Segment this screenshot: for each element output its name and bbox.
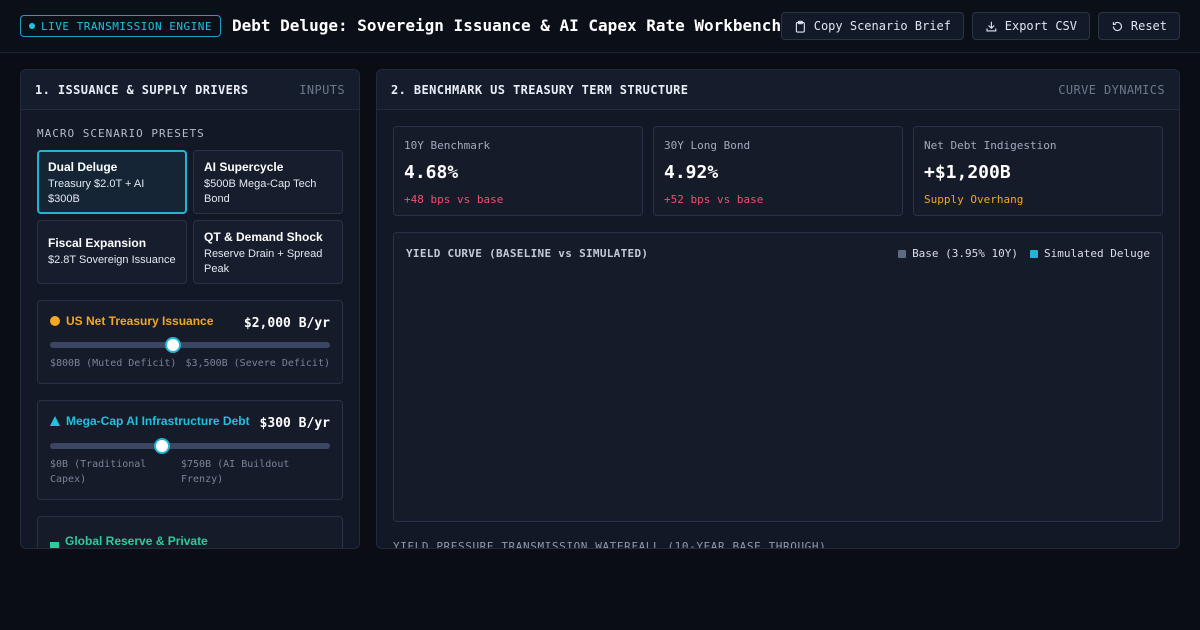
- app-title: Debt Deluge: Sovereign Issuance & AI Cap…: [232, 16, 782, 35]
- treasury-issuance-slider[interactable]: [50, 337, 330, 353]
- live-badge-label: LIVE TRANSMISSION ENGINE: [41, 19, 212, 33]
- treasury-issuance-value: $2,000 B/yr: [243, 316, 330, 331]
- issuance-drivers-panel: 1. ISSUANCE & SUPPLY DRIVERS INPUTS MACR…: [20, 69, 360, 549]
- legend-swatch: [898, 249, 907, 258]
- ai-debt-slider[interactable]: [50, 438, 330, 454]
- panel-header: 2. BENCHMARK US TREASURY TERM STRUCTURE …: [377, 70, 1179, 110]
- export-csv-button[interactable]: Export CSV: [972, 12, 1090, 40]
- ai-debt-label-row: Mega-Cap AI Infrastructure Debt: [50, 414, 250, 428]
- copy-scenario-brief-button[interactable]: Copy Scenario Brief: [781, 12, 964, 40]
- live-badge: LIVE TRANSMISSION ENGINE: [20, 15, 221, 37]
- legend-label: Simulated Deluge: [1044, 247, 1150, 260]
- preset-dual-deluge[interactable]: Dual Deluge Treasury $2.0T + AI $300B: [37, 150, 187, 214]
- reset-icon: [1112, 21, 1123, 31]
- global-reserve-label: Global Reserve & Private: [65, 533, 208, 548]
- stat-10y-benchmark: 10Y Benchmark 4.68% +48 bps vs base: [393, 126, 643, 216]
- panel-header: 1. ISSUANCE & SUPPLY DRIVERS INPUTS: [21, 70, 359, 110]
- treasury-issuance-max: $3,500B (Severe Deficit): [185, 358, 331, 369]
- panel-tag: INPUTS: [299, 82, 345, 97]
- reset-button[interactable]: Reset: [1098, 12, 1180, 40]
- stat-label: 10Y Benchmark: [404, 139, 491, 152]
- chart-title: YIELD CURVE (BASELINE vs SIMULATED): [406, 247, 649, 260]
- ai-debt-control: Mega-Cap AI Infrastructure Debt $300 B/y…: [37, 400, 343, 500]
- panel-title: 2. BENCHMARK US TREASURY TERM STRUCTURE: [391, 82, 689, 97]
- preset-qt-demand-shock[interactable]: QT & Demand Shock Reserve Drain + Spread…: [193, 220, 343, 284]
- export-csv-label: Export CSV: [1004, 19, 1077, 33]
- stat-net-debt-indigestion: Net Debt Indigestion +$1,200B Supply Ove…: [913, 126, 1163, 216]
- stat-delta: +48 bps vs base: [404, 193, 504, 206]
- legend-item-simulated: Simulated Deluge: [1030, 247, 1150, 260]
- ai-debt-min: $0B (Traditional Capex): [50, 459, 147, 485]
- ai-debt-max: $750B (AI Buildout Frenzy): [181, 459, 290, 485]
- panel-tag: CURVE DYNAMICS: [1058, 82, 1165, 97]
- stat-delta: Supply Overhang: [924, 193, 1024, 206]
- slider-thumb[interactable]: [165, 337, 182, 353]
- square-icon: [50, 542, 59, 548]
- global-reserve-label-row: Global Reserve & Private: [50, 530, 208, 548]
- stat-label: 30Y Long Bond: [664, 139, 751, 152]
- treasury-issuance-label: US Net Treasury Issuance: [66, 314, 214, 328]
- yield-curve-chart: YIELD CURVE (BASELINE vs SIMULATED) Base…: [393, 232, 1163, 522]
- preset-ai-supercycle[interactable]: AI Supercycle $500B Mega-Cap Tech Bond: [193, 150, 343, 214]
- global-reserve-control: Global Reserve & Private: [37, 516, 343, 548]
- legend-label: Base (3.95% 10Y): [912, 247, 1019, 260]
- clipboard-icon: [795, 20, 805, 33]
- legend-item-base: Base (3.95% 10Y): [898, 247, 1018, 260]
- legend-swatch: [1030, 249, 1039, 258]
- preset-name: QT & Demand Shock: [204, 230, 323, 244]
- preset-name: AI Supercycle: [204, 160, 284, 174]
- copy-scenario-brief-label: Copy Scenario Brief: [813, 19, 951, 33]
- triangle-icon: [50, 416, 60, 426]
- circle-icon: [50, 316, 60, 326]
- presets-label: MACRO SCENARIO PRESETS: [37, 127, 205, 140]
- top-bar: LIVE TRANSMISSION ENGINE Debt Deluge: So…: [0, 0, 1200, 53]
- treasury-issuance-min: $800B (Muted Deficit): [50, 358, 177, 369]
- treasury-issuance-label-row: US Net Treasury Issuance: [50, 314, 213, 328]
- stat-30y-long-bond: 30Y Long Bond 4.92% +52 bps vs base: [653, 126, 903, 216]
- reset-label: Reset: [1130, 19, 1167, 33]
- preset-desc: $500B Mega-Cap Tech Bond: [204, 178, 317, 205]
- stat-delta: +52 bps vs base: [664, 193, 764, 206]
- chart-legend: Base (3.95% 10Y) Simulated Deluge: [898, 247, 1150, 260]
- ai-debt-value: $300 B/yr: [259, 416, 330, 431]
- ai-debt-label: Mega-Cap AI Infrastructure Debt: [66, 414, 250, 428]
- term-structure-panel: 2. BENCHMARK US TREASURY TERM STRUCTURE …: [376, 69, 1180, 549]
- stat-value: +$1,200B: [924, 162, 1011, 183]
- stat-value: 4.92%: [664, 162, 719, 183]
- download-icon: [986, 21, 997, 31]
- preset-desc: $2.8T Sovereign Issuance: [48, 254, 176, 266]
- waterfall-section-title: YIELD PRESSURE TRANSMISSION WATERFALL (1…: [393, 540, 827, 549]
- preset-fiscal-expansion[interactable]: Fiscal Expansion $2.8T Sovereign Issuanc…: [37, 220, 187, 284]
- live-dot-icon: [29, 23, 35, 29]
- preset-desc: Reserve Drain + Spread Peak: [204, 248, 323, 275]
- stat-label: Net Debt Indigestion: [924, 139, 1057, 152]
- panel-title: 1. ISSUANCE & SUPPLY DRIVERS: [35, 82, 249, 97]
- treasury-issuance-control: US Net Treasury Issuance $2,000 B/yr $80…: [37, 300, 343, 384]
- slider-thumb[interactable]: [154, 438, 170, 454]
- preset-name: Fiscal Expansion: [48, 236, 147, 250]
- preset-name: Dual Deluge: [48, 160, 118, 174]
- stat-value: 4.68%: [404, 162, 459, 183]
- preset-desc: Treasury $2.0T + AI $300B: [48, 178, 145, 205]
